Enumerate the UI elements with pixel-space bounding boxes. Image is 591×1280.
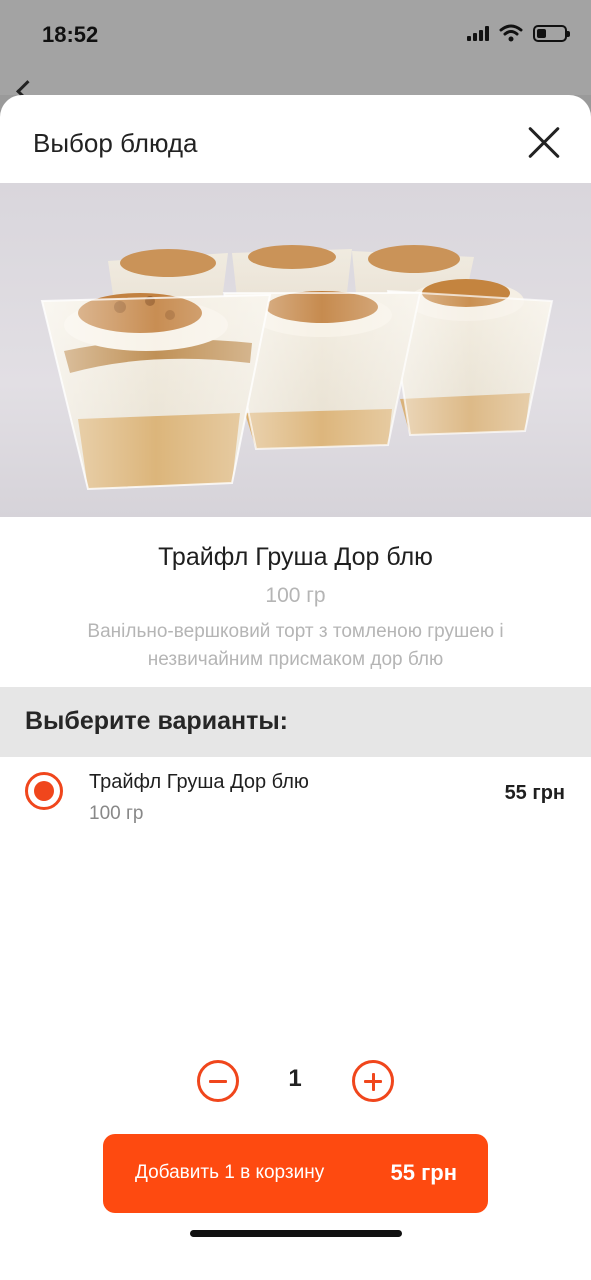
sheet-header: Выбор блюда (0, 95, 591, 183)
dish-image (40, 245, 554, 491)
plus-icon[interactable] (352, 1060, 394, 1102)
status-time: 18:52 (42, 22, 99, 47)
close-icon[interactable] (527, 125, 561, 159)
signal-icon (467, 25, 489, 41)
radio-selected-icon[interactable] (25, 772, 63, 810)
dish-name: Трайфл Груша Дор блю (158, 543, 433, 571)
wifi-icon (499, 24, 523, 42)
dish-sheet: Выбор блюда Трайфл Груша Дор блю 100 гр … (0, 95, 591, 1280)
battery-icon (533, 24, 570, 42)
dish-weight: 100 гр (265, 584, 326, 607)
home-indicator (190, 1230, 402, 1237)
variant-name: Трайфл Груша Дор блю (89, 771, 309, 793)
quantity-value: 1 (288, 1065, 302, 1092)
dish-photo (0, 183, 591, 517)
sheet-title: Выбор блюда (33, 128, 198, 158)
dish-description: Ванільно-вершковий торт з томленою груше… (87, 621, 504, 670)
minus-icon[interactable] (197, 1060, 239, 1102)
status-bar: 18:52 (0, 0, 591, 100)
variant-option[interactable]: Трайфл Груша Дор блю 100 гр 55 грн (0, 757, 591, 837)
variant-weight: 100 гр (89, 803, 144, 824)
variants-title: Выберите варианты: (25, 707, 288, 735)
status-icons (467, 24, 570, 42)
add-to-cart-price: 55 грн (390, 1160, 457, 1185)
variant-price: 55 грн (504, 782, 565, 804)
add-to-cart-button[interactable]: Добавить 1 в корзину 55 грн (103, 1134, 488, 1213)
add-to-cart-label: Добавить 1 в корзину (135, 1162, 325, 1183)
variants-header: Выберите варианты: (0, 687, 591, 757)
